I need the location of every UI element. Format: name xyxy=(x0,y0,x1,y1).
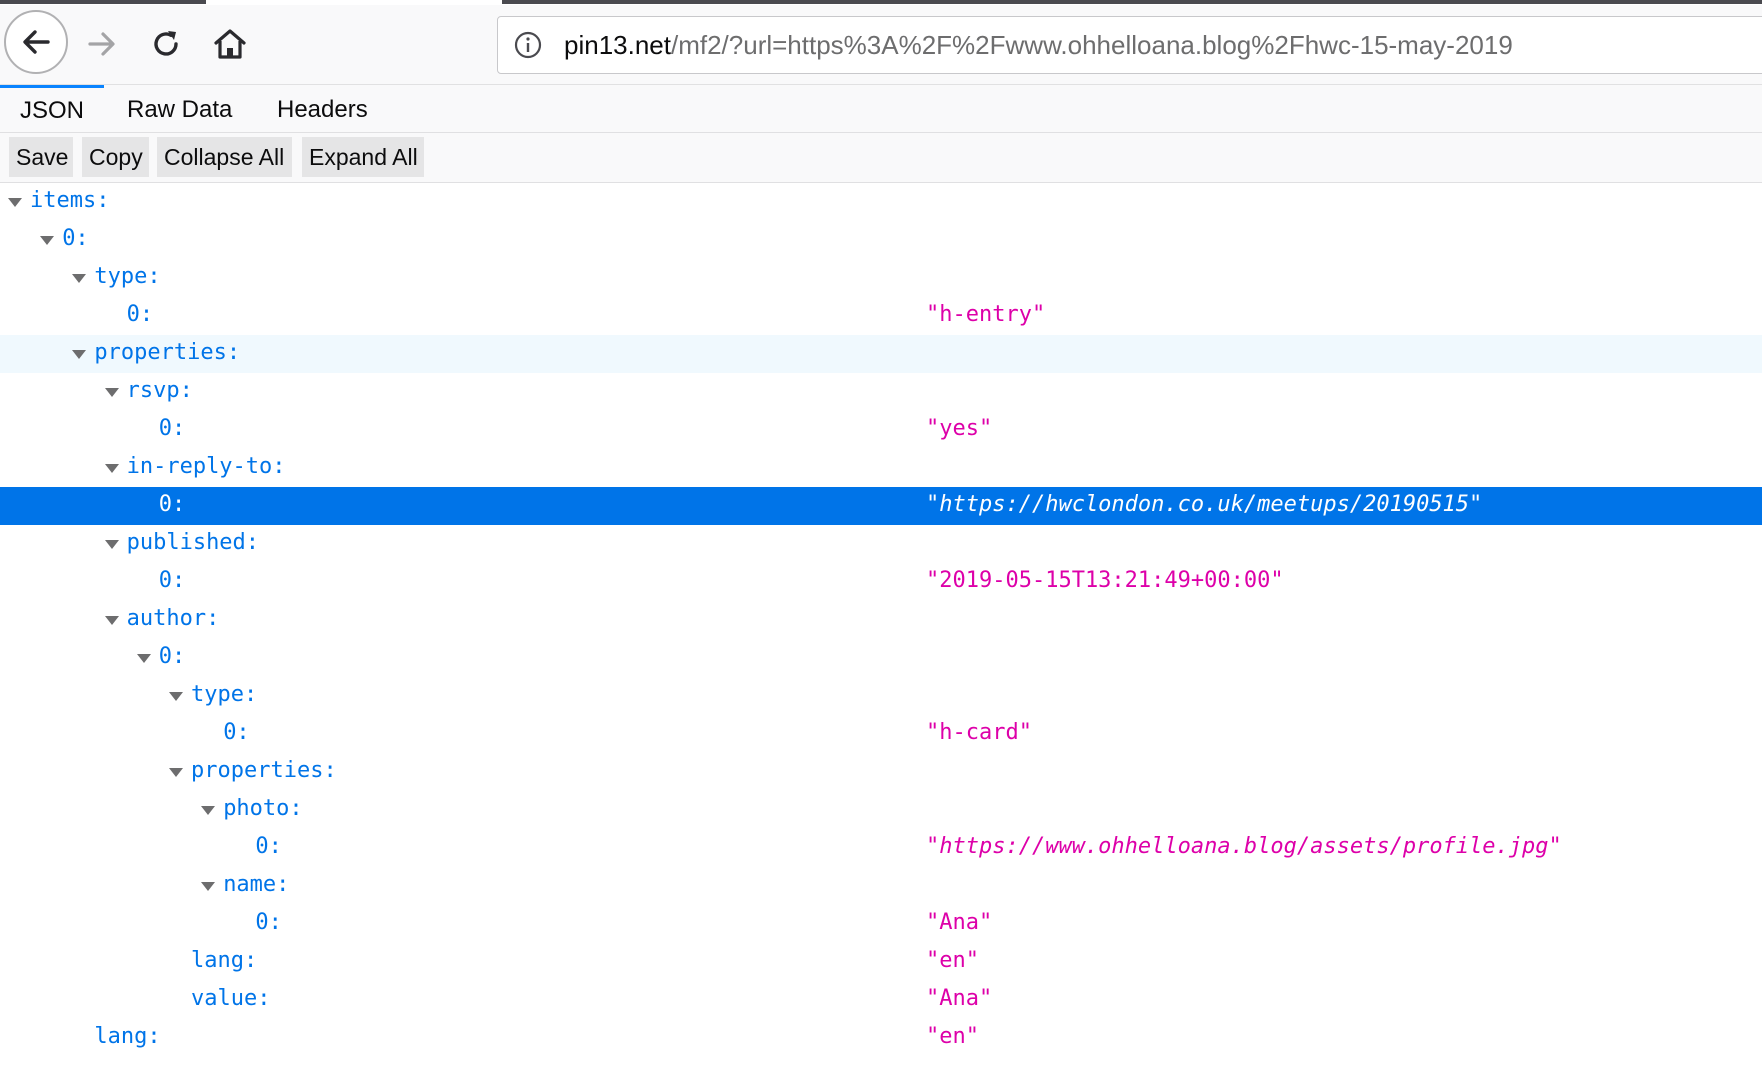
expand-toggle-icon[interactable] xyxy=(201,806,216,815)
tree-key: 0: xyxy=(62,226,89,251)
expand-toggle-icon[interactable] xyxy=(136,654,151,663)
tree-key: type: xyxy=(191,682,258,707)
expand-all-button[interactable]: Expand All xyxy=(302,137,424,177)
tree-row[interactable]: author: xyxy=(0,601,1762,639)
tree-row[interactable]: 0: "Ana" xyxy=(0,905,1762,943)
expand-toggle-icon[interactable] xyxy=(169,692,183,701)
tree-row[interactable]: items: xyxy=(0,183,1762,221)
tree-key: properties: xyxy=(94,340,241,365)
tree-row[interactable]: type: xyxy=(0,677,1762,715)
reload-button[interactable] xyxy=(144,22,188,66)
tree-key: rsvp: xyxy=(126,378,193,403)
url-bar[interactable]: pin13.net/mf2/?url=https%3A%2F%2Fwww.ohh… xyxy=(497,16,1762,74)
save-button[interactable]: Save xyxy=(9,137,73,177)
navigation-toolbar: pin13.net/mf2/?url=https%3A%2F%2Fwww.ohh… xyxy=(0,5,1762,85)
forward-arrow-icon xyxy=(88,32,115,56)
tab-raw-data[interactable]: Raw Data xyxy=(127,85,232,132)
expand-toggle-icon[interactable] xyxy=(72,350,87,359)
tree-row[interactable]: name: xyxy=(0,867,1762,905)
tree-value: "https://www.ohhelloana.blog/assets/prof… xyxy=(926,834,1562,859)
tree-row[interactable]: 0: "h-entry" xyxy=(0,297,1762,335)
tree-key: published: xyxy=(126,530,260,555)
expand-toggle-icon[interactable] xyxy=(104,464,119,473)
url-text: pin13.net/mf2/?url=https%3A%2F%2Fwww.ohh… xyxy=(564,30,1513,61)
tree-value: "h-entry" xyxy=(926,302,1046,327)
tree-row[interactable]: photo: xyxy=(0,791,1762,829)
tree-key: in-reply-to: xyxy=(126,454,286,479)
back-arrow-icon xyxy=(23,30,50,54)
tree-key: 0: xyxy=(255,910,282,935)
forward-button[interactable] xyxy=(80,22,124,66)
tree-value: "Ana" xyxy=(926,910,993,935)
tree-key: lang: xyxy=(94,1024,161,1049)
tree-value: "https://hwclondon.co.uk/meetups/2019051… xyxy=(926,492,1483,517)
copy-button[interactable]: Copy xyxy=(82,137,149,177)
viewer-tabs: JSON Raw Data Headers xyxy=(0,85,1762,133)
tree-row[interactable]: type: xyxy=(0,259,1762,297)
tree-row[interactable]: lang: "en" xyxy=(0,1019,1762,1057)
tree-row[interactable]: lang: "en" xyxy=(0,943,1762,981)
tree-row[interactable]: value: "Ana" xyxy=(0,981,1762,1019)
tree-key: 0: xyxy=(158,416,186,441)
expand-toggle-icon[interactable] xyxy=(104,388,119,397)
tree-key: lang: xyxy=(191,948,258,973)
expand-toggle-icon[interactable] xyxy=(201,882,216,891)
tree-row[interactable]: 0: "h-card" xyxy=(0,715,1762,753)
expand-toggle-icon[interactable] xyxy=(8,198,22,207)
tree-key: value: xyxy=(191,986,271,1011)
tree-key: photo: xyxy=(223,796,303,821)
json-toolbar: Save Copy Collapse All Expand All xyxy=(0,133,1762,183)
expand-toggle-icon[interactable] xyxy=(169,768,183,777)
tree-key: 0: xyxy=(158,568,186,593)
tree-row[interactable]: 0: "https://hwclondon.co.uk/meetups/20190… xyxy=(0,487,1762,525)
tab-json[interactable]: JSON xyxy=(0,85,104,132)
tree-row[interactable]: 0: xyxy=(0,639,1762,677)
tree-value: "h-card" xyxy=(926,720,1032,745)
tree-key: items: xyxy=(30,188,110,213)
tree-row[interactable]: in-reply-to: xyxy=(0,449,1762,487)
tree-key: type: xyxy=(94,264,161,289)
tree-row[interactable]: 0: "yes" xyxy=(0,411,1762,449)
tree-row[interactable]: 0: "2019-05-15T13:21:49+00:00" xyxy=(0,563,1762,601)
reload-icon xyxy=(154,31,178,56)
tree-key: 0: xyxy=(255,834,282,859)
collapse-all-button[interactable]: Collapse All xyxy=(157,137,292,177)
tree-row[interactable]: 0: "https://www.ohhelloana.blog/assets/pr… xyxy=(0,829,1762,867)
tree-key: 0: xyxy=(158,492,186,517)
tree-value: "yes" xyxy=(926,416,993,441)
home-icon xyxy=(214,29,246,59)
active-tab-indicator xyxy=(0,0,206,4)
back-button[interactable] xyxy=(4,10,68,74)
expand-toggle-icon[interactable] xyxy=(104,616,119,625)
tree-row[interactable]: properties: xyxy=(0,335,1762,373)
tab-headers[interactable]: Headers xyxy=(277,85,368,132)
info-icon[interactable] xyxy=(514,31,542,59)
tree-value: "en" xyxy=(926,1024,979,1049)
tree-value: "Ana" xyxy=(926,986,993,1011)
tree-key: name: xyxy=(223,872,290,897)
tree-row[interactable]: rsvp: xyxy=(0,373,1762,411)
expand-toggle-icon[interactable] xyxy=(104,540,119,549)
tree-key: 0: xyxy=(158,644,186,669)
expand-toggle-icon[interactable] xyxy=(72,274,87,283)
tab-strip-edge xyxy=(502,0,1762,4)
tree-row[interactable]: 0: xyxy=(0,221,1762,259)
tree-key: 0: xyxy=(223,720,250,745)
expand-toggle-icon[interactable] xyxy=(40,236,55,245)
url-path: /mf2/?url=https%3A%2F%2Fwww.ohhelloana.b… xyxy=(670,30,1513,60)
tree-row[interactable]: properties: xyxy=(0,753,1762,791)
tree-row[interactable]: published: xyxy=(0,525,1762,563)
home-button[interactable] xyxy=(208,22,252,66)
tree-key: properties: xyxy=(191,758,337,783)
tree-key: author: xyxy=(126,606,220,631)
tree-key: 0: xyxy=(126,302,154,327)
tree-value: "en" xyxy=(926,948,979,973)
url-host: pin13.net xyxy=(564,30,671,60)
tree-value: "2019-05-15T13:21:49+00:00" xyxy=(926,568,1284,593)
